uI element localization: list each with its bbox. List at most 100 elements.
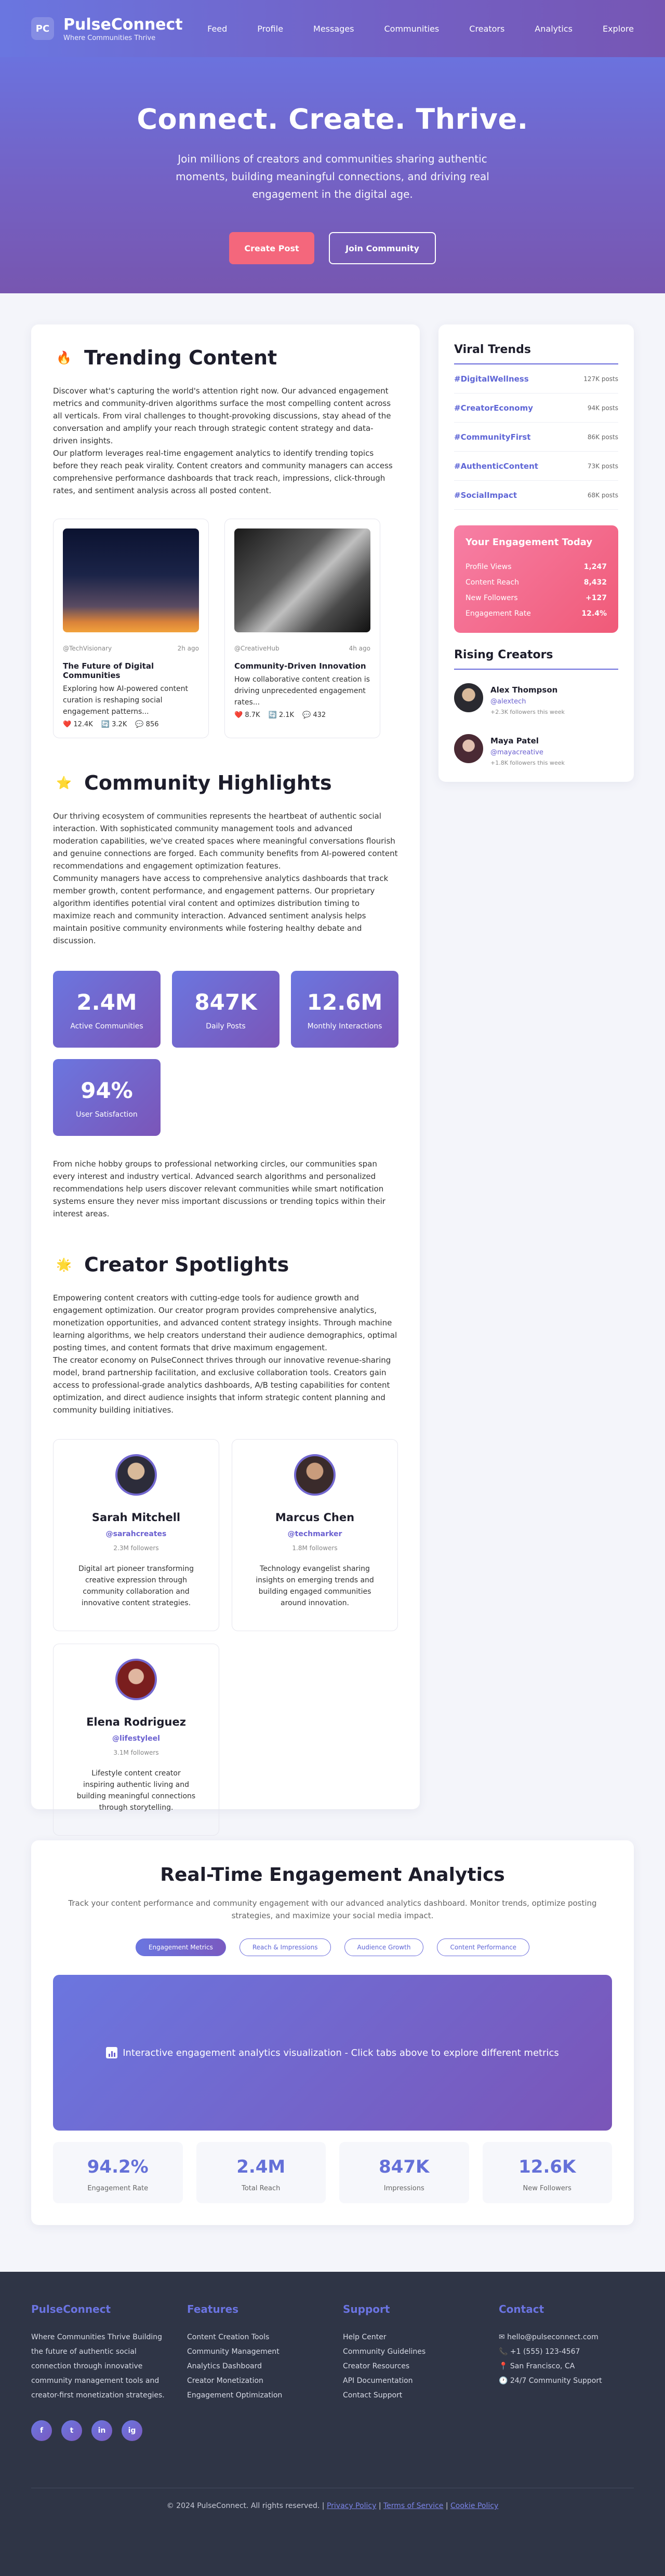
engagement-row: New Followers +127 [466, 594, 607, 602]
logo: PC [31, 17, 54, 40]
post-time: 4h ago [349, 645, 370, 652]
footer-support-title: Support [343, 2303, 390, 2315]
creator-card[interactable]: Sarah Mitchell @sarahcreates 2.3M follow… [53, 1439, 219, 1631]
create-post-button[interactable]: Create Post [229, 232, 314, 264]
post-body: How collaborative content creation is dr… [234, 675, 370, 707]
tab-content-performance[interactable]: Content Performance [437, 1938, 530, 1956]
stat-user-satisfaction: 94% User Satisfaction [53, 1059, 161, 1136]
creator-followers: 3.1M followers [113, 1749, 159, 1756]
engagement-title: Your Engagement Today [466, 537, 593, 548]
brand-name: PulseConnect [63, 15, 183, 34]
rising-creator[interactable]: Alex Thompson @alextech +2.3K followers … [454, 683, 618, 715]
creator-card[interactable]: Marcus Chen @techmarker 1.8M followers T… [232, 1439, 398, 1631]
post-author[interactable]: @TechVisionary [63, 645, 112, 652]
top-navigation-bar: PC PulseConnect Where Communities Thrive… [0, 0, 665, 57]
nav-messages[interactable]: Messages [313, 24, 354, 34]
avatar [454, 683, 483, 712]
likes-count[interactable]: ❤️ 8.7K [234, 711, 260, 719]
community-paragraph-2: Community managers have access to compre… [53, 874, 389, 945]
footer-link[interactable]: Community Management [187, 2344, 343, 2359]
contact-email[interactable]: ✉ hello@pulseconnect.com [499, 2330, 655, 2344]
likes-count[interactable]: ❤️ 12.4K [63, 721, 93, 728]
footer-link[interactable]: Analytics Dashboard [187, 2359, 343, 2374]
spotlights-title: Creator Spotlights [84, 1253, 289, 1276]
fire-icon: 🔥 [56, 350, 72, 365]
trend-item[interactable]: #CreatorEconomy 94K posts [454, 394, 618, 423]
glowing-star-icon: 🌟 [56, 1257, 72, 1272]
creator-followers: 1.8M followers [292, 1544, 338, 1552]
footer-bottom: © 2024 PulseConnect. All rights reserved… [31, 2488, 634, 2510]
sidebar: Viral Trends #DigitalWellness 127K posts … [438, 324, 634, 782]
trend-item[interactable]: #CommunityFirst 86K posts [454, 423, 618, 452]
footer-link[interactable]: Engagement Optimization [187, 2388, 343, 2403]
analytics-subtitle: Track your content performance and commu… [68, 1899, 597, 1920]
comments-count[interactable]: 💬 856 [135, 721, 158, 728]
footer-link[interactable]: Help Center [343, 2330, 499, 2344]
nav-communities[interactable]: Communities [384, 24, 440, 34]
trend-item[interactable]: #DigitalWellness 127K posts [454, 364, 618, 394]
tab-engagement-metrics[interactable]: Engagement Metrics [135, 1938, 226, 1956]
creator-name: Marcus Chen [275, 1511, 355, 1524]
nav-explore[interactable]: Explore [603, 24, 634, 34]
join-community-button[interactable]: Join Community [329, 232, 436, 264]
terms-of-service-link[interactable]: Terms of Service [383, 2502, 443, 2510]
avatar [115, 1454, 157, 1496]
shares-count[interactable]: 🔄 3.2K [101, 721, 127, 728]
twitter-icon[interactable]: t [61, 2420, 82, 2441]
footer-link[interactable]: Creator Resources [343, 2359, 499, 2374]
trend-item[interactable]: #AuthenticContent 73K posts [454, 452, 618, 481]
creator-handle[interactable]: @lifestyleel [54, 1734, 219, 1743]
nav-profile[interactable]: Profile [257, 24, 283, 34]
footer-features-title: Features [187, 2303, 239, 2315]
cookie-policy-link[interactable]: Cookie Policy [450, 2502, 498, 2510]
heart-icon: ❤️ [234, 711, 243, 719]
shares-count[interactable]: 🔄 2.1K [269, 711, 295, 719]
creator-card[interactable]: Elena Rodriguez @lifestyleel 3.1M follow… [53, 1644, 219, 1836]
trending-paragraph-1: Discover what's capturing the world's at… [53, 386, 391, 445]
trending-title: Trending Content [84, 346, 277, 369]
creator-bio: Digital art pioneer transforming creativ… [78, 1565, 194, 1607]
hero-text: Join millions of creators and communitie… [176, 153, 489, 200]
spotlights-paragraph-2: The creator economy on PulseConnect thri… [53, 1355, 391, 1415]
post-title: The Future of Digital Communities [63, 661, 154, 680]
footer-link[interactable]: Contact Support [343, 2388, 499, 2403]
comments-count[interactable]: 💬 432 [302, 711, 326, 719]
creator-bio: Lifestyle content creator inspiring auth… [76, 1769, 196, 1812]
footer: PulseConnect Where Communities Thrive Bu… [0, 2272, 665, 2576]
viral-trends-title: Viral Trends [454, 343, 618, 364]
rising-creator[interactable]: Maya Patel @mayacreative +1.8K followers… [454, 734, 618, 766]
kpi-total-reach: 2.4M Total Reach [196, 2142, 326, 2203]
nav-analytics[interactable]: Analytics [535, 24, 573, 34]
privacy-policy-link[interactable]: Privacy Policy [327, 2502, 376, 2510]
creator-handle[interactable]: @techmarker [232, 1530, 397, 1538]
footer-link[interactable]: Creator Monetization [187, 2374, 343, 2388]
avatar [454, 734, 483, 763]
post-title: Community-Driven Innovation [234, 661, 366, 671]
tab-audience-growth[interactable]: Audience Growth [344, 1938, 424, 1956]
footer-link[interactable]: API Documentation [343, 2374, 499, 2388]
brand[interactable]: PC PulseConnect Where Communities Thrive [31, 16, 183, 42]
linkedin-icon[interactable]: in [91, 2420, 112, 2441]
post-body: Exploring how AI-powered content curatio… [63, 685, 188, 716]
post-card[interactable]: @CreativeHub 4h ago Community-Driven Inno… [224, 519, 380, 738]
nav-creators[interactable]: Creators [469, 24, 504, 34]
creator-handle[interactable]: @sarahcreates [54, 1530, 219, 1538]
analytics-section: Real-Time Engagement Analytics Track you… [31, 1840, 634, 2225]
facebook-icon[interactable]: f [31, 2420, 52, 2441]
star-icon: ⭐ [56, 776, 72, 790]
analytics-visualization[interactable]: Interactive engagement analytics visuali… [53, 1975, 612, 2131]
tab-reach-impressions[interactable]: Reach & Impressions [239, 1938, 331, 1956]
share-icon: 🔄 [268, 711, 277, 719]
post-author[interactable]: @CreativeHub [234, 645, 280, 652]
instagram-icon[interactable]: ig [122, 2420, 142, 2441]
trend-item[interactable]: #SocialImpact 68K posts [454, 481, 618, 510]
footer-link[interactable]: Community Guidelines [343, 2344, 499, 2359]
post-image [63, 528, 199, 632]
comment-icon: 💬 [135, 721, 144, 728]
nav-feed[interactable]: Feed [207, 24, 227, 34]
hero-title: Connect. Create. Thrive. [137, 103, 528, 135]
footer-contact-title: Contact [499, 2303, 544, 2315]
contact-phone[interactable]: 📞 +1 (555) 123-4567 [499, 2344, 655, 2359]
post-card[interactable]: @TechVisionary 2h ago The Future of Digit… [53, 519, 209, 738]
footer-link[interactable]: Content Creation Tools [187, 2330, 343, 2344]
